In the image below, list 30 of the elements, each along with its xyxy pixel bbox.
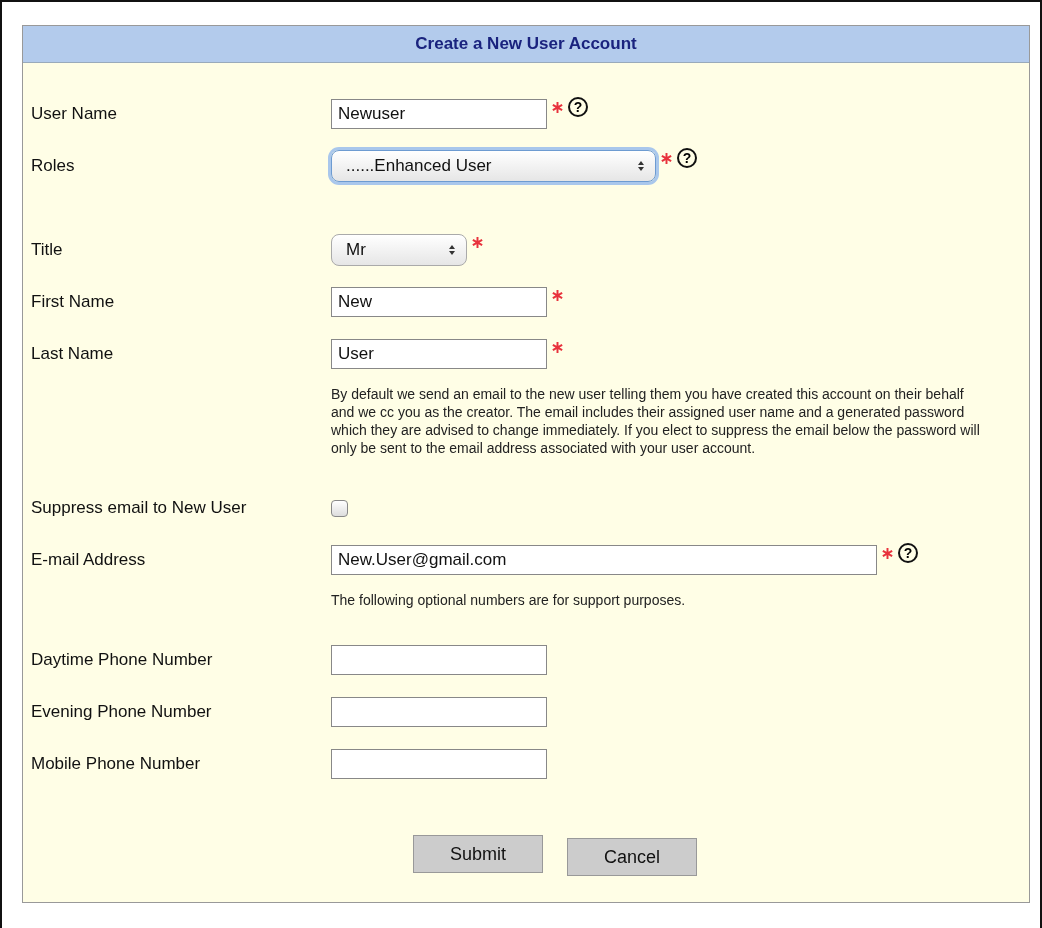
dropdown[interactable]: ......Enhanced User xyxy=(331,150,656,182)
updown-icon xyxy=(637,160,645,172)
input-field[interactable]: Newuser xyxy=(331,99,547,129)
form-title: Create a New User Account xyxy=(23,26,1029,63)
input-field[interactable] xyxy=(331,749,547,779)
help-icon[interactable]: ? xyxy=(898,543,918,563)
field-label: E-mail Address xyxy=(31,550,147,570)
field-label: Evening Phone Number xyxy=(31,702,213,722)
field-label: Suppress email to New User xyxy=(31,498,248,518)
dropdown[interactable]: Mr xyxy=(331,234,467,266)
input-field[interactable] xyxy=(331,697,547,727)
field-label: Last Name xyxy=(31,344,115,364)
field-label: Daytime Phone Number xyxy=(31,650,214,670)
form-button[interactable]: Submit xyxy=(413,835,543,873)
info-text: By default we send an email to the new user telling them you have created this account on their behalf and we cc you as the creator. The email includes their assigned user name and a generated password which they are advised to change immediately. If you elect to suppress the email below the password will only be sent to the email address associated with your user account. xyxy=(331,385,981,457)
input-field[interactable]: New.User@gmail.com xyxy=(331,545,877,575)
form-button[interactable]: Cancel xyxy=(567,838,697,876)
field-label: Title xyxy=(31,240,64,260)
input-field[interactable]: New xyxy=(331,287,547,317)
updown-icon xyxy=(448,244,456,256)
field-label: Roles xyxy=(31,156,76,176)
info-text: The following optional numbers are for support purposes. xyxy=(331,591,687,609)
field-label: Mobile Phone Number xyxy=(31,754,202,774)
help-icon[interactable]: ? xyxy=(677,148,697,168)
checkbox[interactable] xyxy=(331,499,348,517)
field-label: User Name xyxy=(31,104,118,124)
input-field[interactable] xyxy=(331,645,547,675)
help-icon[interactable]: ? xyxy=(568,97,588,117)
field-label: First Name xyxy=(31,292,116,312)
input-field[interactable]: User xyxy=(331,339,547,369)
